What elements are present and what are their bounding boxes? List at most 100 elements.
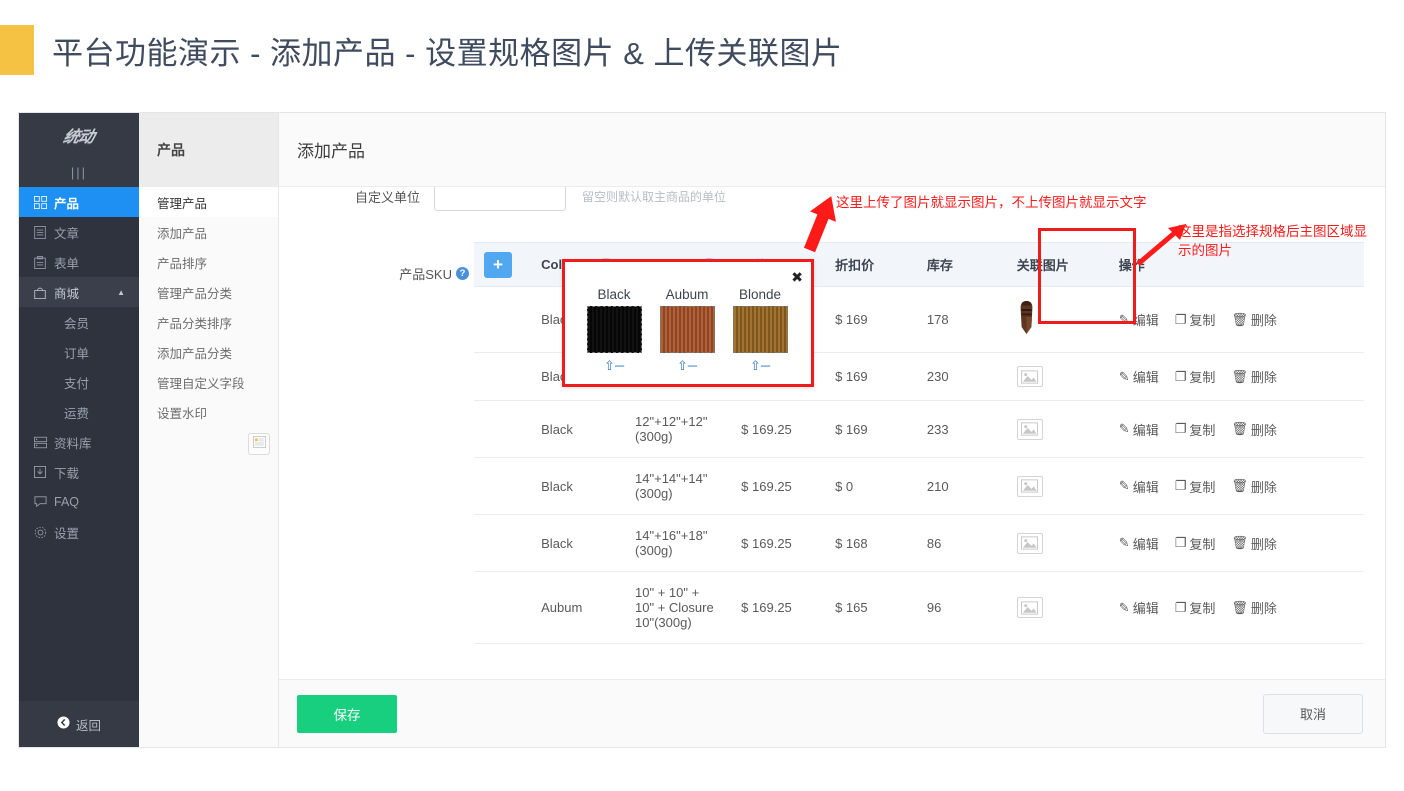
sidebar-item-payment[interactable]: 支付 <box>19 367 139 397</box>
edit-button[interactable]: ✎ 编辑 <box>1119 367 1159 386</box>
copy-label: 复制 <box>1189 477 1215 496</box>
sku-add-cell: + <box>474 243 531 287</box>
submenu-item-label: 管理产品 <box>157 193 207 212</box>
submenu-item-sort-categories[interactable]: 产品分类排序 <box>139 307 278 337</box>
edit-button[interactable]: ✎ 编辑 <box>1119 534 1159 553</box>
delete-button[interactable]: 🗑 删除 <box>1231 310 1277 329</box>
cell-stock: 233 <box>917 401 1007 458</box>
color-spec-popup: ✖ Black ⇧─ Aubum ⇧─ Blonde ⇧─ <box>562 259 814 387</box>
cell-image[interactable] <box>1007 287 1109 353</box>
cell-image[interactable] <box>1007 572 1109 644</box>
form-footer: 保存 取消 <box>279 679 1385 747</box>
cell-image[interactable] <box>1007 401 1109 458</box>
question-mark-icon[interactable]: ? <box>456 267 469 280</box>
swatch-preview[interactable] <box>660 306 715 353</box>
copy-button[interactable]: ❐ 复制 <box>1175 477 1216 496</box>
cell-image[interactable] <box>1007 458 1109 515</box>
submenu-header: 产品 <box>139 113 278 187</box>
cell-price: $ 169.25 <box>731 401 825 458</box>
submenu-item-label: 添加产品 <box>157 223 207 242</box>
add-sku-button[interactable]: + <box>484 252 512 278</box>
sidebar-item-settings[interactable]: 设置 <box>19 517 139 547</box>
slide-header: 平台功能演示 - 添加产品 - 设置规格图片 & 上传关联图片 <box>0 0 1404 100</box>
primary-sidebar: 统动 ||| 产品 文章 表单 商城 <box>19 113 139 747</box>
submenu-item-custom-fields[interactable]: 管理自定义字段 <box>139 367 278 397</box>
row-actions: ✎ 编辑 ❐ 复制 🗑 删除 <box>1119 534 1354 553</box>
sidebar-item-articles[interactable]: 文章 <box>19 217 139 247</box>
sku-label-text: 产品SKU <box>399 264 452 283</box>
edit-button[interactable]: ✎ 编辑 <box>1119 310 1159 329</box>
delete-button[interactable]: 🗑 删除 <box>1231 367 1277 386</box>
copy-label: 复制 <box>1189 367 1215 386</box>
delete-button[interactable]: 🗑 删除 <box>1231 477 1277 496</box>
sidebar-item-library[interactable]: 资料库 <box>19 427 139 457</box>
upload-icon[interactable]: ⇧─ <box>728 358 792 374</box>
submenu-item-sort-products[interactable]: 产品排序 <box>139 247 278 277</box>
swatch-preview[interactable] <box>733 306 788 353</box>
row-actions: ✎ 编辑 ❐ 复制 🗑 删除 <box>1119 598 1354 617</box>
submenu-item-watermark[interactable]: 设置水印 <box>139 397 278 427</box>
submenu-item-manage-categories[interactable]: 管理产品分类 <box>139 277 278 307</box>
trash-icon: 🗑 <box>1231 478 1248 494</box>
sidebar-item-label: 资料库 <box>54 433 92 452</box>
submenu-item-label: 产品排序 <box>157 253 207 272</box>
edit-button[interactable]: ✎ 编辑 <box>1119 477 1159 496</box>
cell-image[interactable] <box>1007 353 1109 401</box>
sidebar-item-products[interactable]: 产品 <box>19 187 139 217</box>
save-button[interactable]: 保存 <box>297 695 397 733</box>
delete-label: 删除 <box>1251 598 1277 617</box>
cell-length: 12"+12"+12" (300g) <box>625 401 731 458</box>
delete-button[interactable]: 🗑 删除 <box>1231 534 1277 553</box>
col-image-label: 关联图片 <box>1017 258 1069 273</box>
trash-icon: 🗑 <box>1231 421 1248 437</box>
custom-unit-input[interactable] <box>434 187 566 211</box>
custom-unit-row: 自定义单位 留空则默认取主商品的单位 <box>279 187 1385 217</box>
delete-button[interactable]: 🗑 删除 <box>1231 598 1277 617</box>
copy-icon: ❐ <box>1175 600 1187 616</box>
image-placeholder-icon <box>1017 476 1043 497</box>
row-spacer <box>474 401 531 458</box>
table-row: Aubum 10" + 10" + 10" + Closure 10"(300g… <box>474 572 1364 644</box>
col-ops-label: 操作 <box>1119 258 1145 273</box>
col-discount-label: 折扣价 <box>835 258 874 273</box>
sidebar-item-members[interactable]: 会员 <box>19 307 139 337</box>
close-icon[interactable]: ✖ <box>791 269 803 286</box>
cell-color: Black <box>531 458 625 515</box>
image-placeholder-icon <box>1017 597 1043 618</box>
cell-discount: $ 168 <box>825 515 917 572</box>
copy-button[interactable]: ❐ 复制 <box>1175 598 1216 617</box>
delete-label: 删除 <box>1251 477 1277 496</box>
swatch-preview[interactable] <box>587 306 642 353</box>
cell-image[interactable] <box>1007 515 1109 572</box>
sidebar-item-orders[interactable]: 订单 <box>19 337 139 367</box>
copy-button[interactable]: ❐ 复制 <box>1175 420 1216 439</box>
submenu-toggle-button[interactable] <box>248 433 270 455</box>
upload-icon[interactable]: ⇧─ <box>655 358 719 374</box>
upload-icon[interactable]: ⇧─ <box>582 358 646 374</box>
list-toggle-icon <box>253 435 266 453</box>
content-title: 添加产品 <box>297 137 365 162</box>
sidebar-item-shop[interactable]: 商城 ▲ <box>19 277 139 307</box>
sidebar-item-forms[interactable]: 表单 <box>19 247 139 277</box>
delete-button[interactable]: 🗑 删除 <box>1231 420 1277 439</box>
copy-button[interactable]: ❐ 复制 <box>1175 367 1216 386</box>
sidebar-collapse-button[interactable]: ||| <box>19 157 139 187</box>
submenu-item-add-category[interactable]: 添加产品分类 <box>139 337 278 367</box>
sidebar-item-downloads[interactable]: 下载 <box>19 457 139 487</box>
cancel-button[interactable]: 取消 <box>1263 694 1363 734</box>
submenu-item-add-product[interactable]: 添加产品 <box>139 217 278 247</box>
chevron-up-icon: ▲ <box>117 288 125 297</box>
sidebar-item-faq[interactable]: FAQ <box>19 487 139 517</box>
copy-button[interactable]: ❐ 复制 <box>1175 310 1216 329</box>
edit-button[interactable]: ✎ 编辑 <box>1119 420 1159 439</box>
submenu-item-manage-products[interactable]: 管理产品 <box>139 187 278 217</box>
trash-icon: 🗑 <box>1231 600 1248 616</box>
sidebar-item-shipping[interactable]: 运费 <box>19 397 139 427</box>
gear-icon <box>34 526 54 539</box>
swatch-item: Blonde ⇧─ <box>728 287 792 374</box>
edit-button[interactable]: ✎ 编辑 <box>1119 598 1159 617</box>
copy-button[interactable]: ❐ 复制 <box>1175 534 1216 553</box>
cell-discount: $ 169 <box>825 401 917 458</box>
sidebar-back-button[interactable]: 返回 <box>19 701 139 747</box>
app-logo[interactable]: 统动 <box>19 113 139 157</box>
